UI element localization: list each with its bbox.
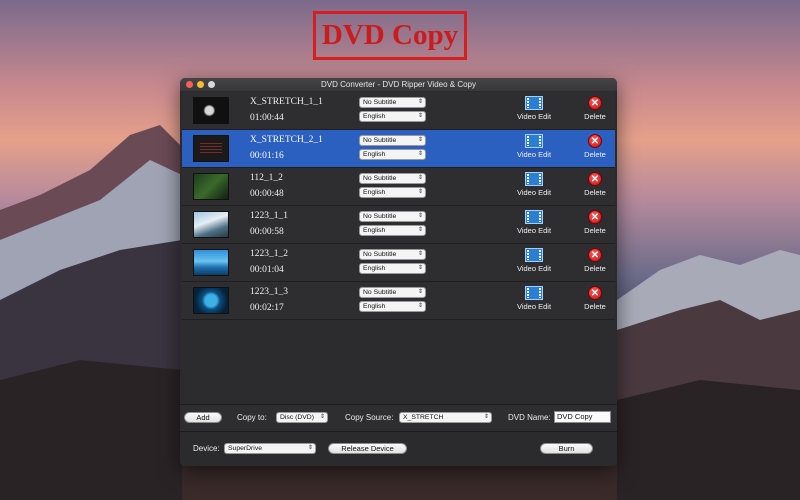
chevron-updown-icon: ⇕ (417, 189, 423, 195)
chevron-updown-icon: ⇕ (417, 251, 423, 257)
title-duration: 00:00:48 (250, 189, 284, 199)
copy-to-label: Copy to: (237, 413, 267, 422)
subtitle-select[interactable]: No Subtitle ⇕ (359, 249, 426, 260)
list-item[interactable]: 1223_1_3 00:02:17 No Subtitle ⇕ English ⇕ … (182, 282, 615, 320)
device-bar: Device: SuperDrive ⇕ Release Device Burn (180, 431, 617, 466)
copy-to-select[interactable]: Disc (DVD) ⇕ (276, 412, 328, 423)
promo-title: DVD Copy (313, 11, 467, 60)
chevron-updown-icon: ⇕ (417, 213, 423, 219)
delete-button[interactable]: ✕ Delete (582, 248, 608, 273)
film-icon (525, 286, 543, 300)
subtitle-select[interactable]: No Subtitle ⇕ (359, 287, 426, 298)
chevron-updown-icon: ⇕ (417, 227, 423, 233)
video-edit-button[interactable]: Video Edit (514, 286, 554, 311)
title-duration: 00:01:04 (250, 265, 284, 275)
release-device-button[interactable]: Release Device (328, 443, 407, 454)
video-edit-button[interactable]: Video Edit (514, 134, 554, 159)
copy-source-label: Copy Source: (345, 413, 394, 422)
chevron-updown-icon: ⇕ (417, 175, 423, 181)
film-icon (525, 248, 543, 262)
title-duration: 00:02:17 (250, 303, 284, 313)
title-name: 1223_1_1 (250, 211, 288, 221)
list-item[interactable]: 112_1_2 00:00:48 No Subtitle ⇕ English ⇕ V… (182, 168, 615, 206)
audio-select[interactable]: English ⇕ (359, 225, 426, 236)
dvd-name-field[interactable]: DVD Copy (554, 411, 611, 423)
delete-icon: ✕ (588, 172, 602, 186)
title-duration: 01:00:44 (250, 113, 284, 123)
title-name: 1223_1_2 (250, 249, 288, 259)
window-title: DVD Converter - DVD Ripper Video & Copy (320, 80, 477, 89)
video-thumbnail (193, 97, 229, 124)
delete-button[interactable]: ✕ Delete (582, 134, 608, 159)
chevron-updown-icon: ⇕ (417, 303, 423, 309)
audio-select[interactable]: English ⇕ (359, 187, 426, 198)
film-icon (525, 96, 543, 110)
burn-button[interactable]: Burn (540, 443, 593, 454)
chevron-updown-icon: ⇕ (417, 99, 423, 105)
title-name: X_STRETCH_1_1 (250, 97, 323, 107)
video-thumbnail (193, 173, 229, 200)
delete-icon: ✕ (588, 248, 602, 262)
subtitle-select[interactable]: No Subtitle ⇕ (359, 211, 426, 222)
app-window: DVD Converter - DVD Ripper Video & Copy … (180, 78, 617, 466)
chevron-updown-icon: ⇕ (417, 265, 423, 271)
audio-select[interactable]: English ⇕ (359, 111, 426, 122)
title-name: X_STRETCH_2_1 (250, 135, 323, 145)
device-label: Device: (193, 444, 220, 453)
zoom-window-button[interactable] (208, 81, 215, 88)
delete-button[interactable]: ✕ Delete (582, 96, 608, 121)
device-select[interactable]: SuperDrive ⇕ (224, 443, 316, 454)
chevron-updown-icon: ⇕ (417, 151, 423, 157)
delete-icon: ✕ (588, 210, 602, 224)
chevron-updown-icon: ⇕ (417, 113, 423, 119)
chevron-updown-icon: ⇕ (307, 445, 313, 451)
film-icon (525, 172, 543, 186)
close-window-button[interactable] (186, 81, 193, 88)
list-item[interactable]: X_STRETCH_1_1 01:00:44 No Subtitle ⇕ Engl… (182, 92, 615, 130)
title-name: 112_1_2 (250, 173, 283, 183)
video-edit-button[interactable]: Video Edit (514, 96, 554, 121)
title-name: 1223_1_3 (250, 287, 288, 297)
subtitle-select[interactable]: No Subtitle ⇕ (359, 173, 426, 184)
minimize-window-button[interactable] (197, 81, 204, 88)
delete-button[interactable]: ✕ Delete (582, 172, 608, 197)
delete-icon: ✕ (588, 96, 602, 110)
audio-select[interactable]: English ⇕ (359, 301, 426, 312)
dvd-name-label: DVD Name: (508, 413, 551, 422)
title-list: X_STRETCH_1_1 01:00:44 No Subtitle ⇕ Engl… (182, 92, 615, 402)
subtitle-select[interactable]: No Subtitle ⇕ (359, 97, 426, 108)
list-item[interactable]: X_STRETCH_2_1 00:01:16 No Subtitle ⇕ Engl… (182, 130, 615, 168)
audio-select[interactable]: English ⇕ (359, 149, 426, 160)
chevron-updown-icon: ⇕ (483, 414, 489, 420)
subtitle-select[interactable]: No Subtitle ⇕ (359, 135, 426, 146)
title-duration: 00:00:58 (250, 227, 284, 237)
title-duration: 00:01:16 (250, 151, 284, 161)
video-edit-button[interactable]: Video Edit (514, 210, 554, 235)
list-item[interactable]: 1223_1_1 00:00:58 No Subtitle ⇕ English ⇕ … (182, 206, 615, 244)
video-thumbnail (193, 135, 229, 162)
film-icon (525, 134, 543, 148)
video-edit-button[interactable]: Video Edit (514, 172, 554, 197)
film-icon (525, 210, 543, 224)
add-button[interactable]: Add (184, 412, 222, 423)
chevron-updown-icon: ⇕ (417, 137, 423, 143)
delete-icon: ✕ (588, 286, 602, 300)
video-edit-button[interactable]: Video Edit (514, 248, 554, 273)
delete-button[interactable]: ✕ Delete (582, 210, 608, 235)
copy-settings-bar: Add Copy to: Disc (DVD) ⇕ Copy Source: X_… (180, 404, 617, 431)
video-thumbnail (193, 249, 229, 276)
video-thumbnail (193, 211, 229, 238)
delete-button[interactable]: ✕ Delete (582, 286, 608, 311)
delete-icon: ✕ (588, 134, 602, 148)
video-thumbnail (193, 287, 229, 314)
title-bar: DVD Converter - DVD Ripper Video & Copy (180, 78, 617, 91)
list-item[interactable]: 1223_1_2 00:01:04 No Subtitle ⇕ English ⇕ … (182, 244, 615, 282)
audio-select[interactable]: English ⇕ (359, 263, 426, 274)
chevron-updown-icon: ⇕ (417, 289, 423, 295)
copy-source-select[interactable]: X_STRETCH ⇕ (399, 412, 492, 423)
chevron-updown-icon: ⇕ (319, 414, 325, 420)
